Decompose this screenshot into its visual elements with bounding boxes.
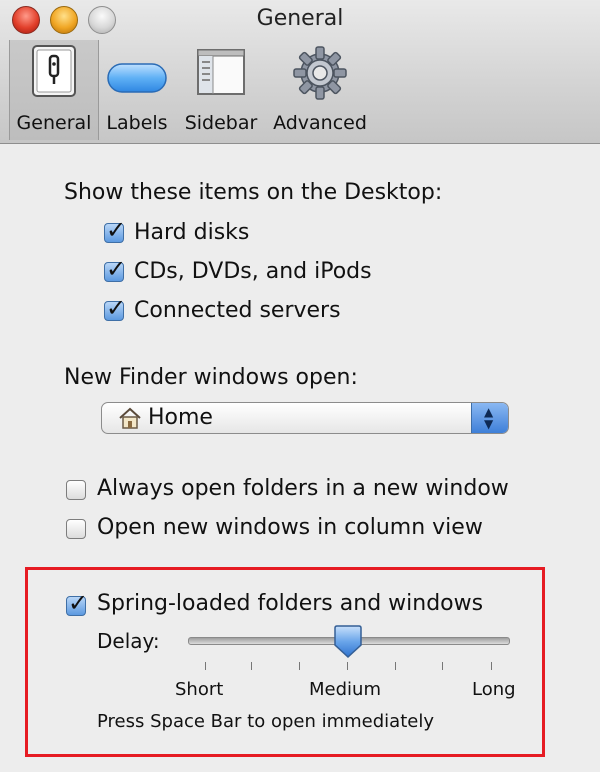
tab-sidebar[interactable]: Sidebar xyxy=(182,40,260,140)
general-pane: Show these items on the Desktop: ✓ Hard … xyxy=(0,144,600,772)
tab-labels-label: Labels xyxy=(106,112,168,134)
tab-advanced-label: Advanced xyxy=(273,112,367,134)
new-window-location-popup[interactable]: Home ▲ ▼ xyxy=(101,402,509,434)
titlebar-toolbar: General General Labels Sidebar Advanced xyxy=(0,0,600,144)
checkbox-spring-loaded[interactable]: ✓ xyxy=(66,589,88,617)
slider-tick xyxy=(347,662,348,670)
tab-general[interactable]: General xyxy=(9,40,99,140)
sidebar-icon xyxy=(197,49,245,95)
checkbox-connected-servers-label: Connected servers xyxy=(134,298,341,323)
new-finder-windows-heading: New Finder windows open: xyxy=(64,365,358,390)
window-title: General xyxy=(256,6,344,31)
checkbox-connected-servers[interactable]: ✓ xyxy=(104,294,126,322)
spring-loaded-hint: Press Space Bar to open immediately xyxy=(97,711,434,732)
tab-advanced[interactable]: Advanced xyxy=(270,40,370,140)
slider-label-medium: Medium xyxy=(309,679,381,700)
slider-tick xyxy=(491,662,492,670)
delay-label: Delay: xyxy=(97,629,160,653)
checkbox-column-view-label: Open new windows in column view xyxy=(97,515,483,540)
slider-tick xyxy=(299,662,300,670)
popup-arrows-icon: ▲ ▼ xyxy=(471,403,508,433)
tab-labels[interactable]: Labels xyxy=(101,40,173,140)
tab-general-label: General xyxy=(16,112,92,134)
finder-preferences-window: General General Labels Sidebar Advanced … xyxy=(0,0,600,772)
labels-icon xyxy=(107,63,167,93)
popup-selected-value: Home xyxy=(148,405,213,430)
checkbox-always-open-new-window-label: Always open folders in a new window xyxy=(97,476,509,501)
slider-label-short: Short xyxy=(175,679,224,700)
slider-tick xyxy=(251,662,252,670)
checkbox-spring-loaded-label: Spring-loaded folders and windows xyxy=(97,591,484,616)
checkbox-hard-disks[interactable]: ✓ xyxy=(104,216,126,244)
desktop-items-heading: Show these items on the Desktop: xyxy=(64,180,443,205)
checkbox-cds-dvds-ipods-label: CDs, DVDs, and iPods xyxy=(134,259,372,284)
gear-icon xyxy=(293,46,347,100)
slider-label-long: Long xyxy=(472,679,516,700)
tab-sidebar-label: Sidebar xyxy=(184,112,258,134)
delay-slider-thumb[interactable] xyxy=(332,625,364,659)
checkbox-cds-dvds-ipods[interactable]: ✓ xyxy=(104,255,126,283)
general-prefs-icon xyxy=(32,45,76,97)
checkbox-hard-disks-label: Hard disks xyxy=(134,220,250,245)
checkbox-column-view[interactable] xyxy=(66,519,86,539)
checkbox-always-open-new-window[interactable] xyxy=(66,480,86,500)
slider-tick xyxy=(395,662,396,670)
slider-tick xyxy=(205,662,206,670)
home-icon xyxy=(119,407,141,429)
slider-tick xyxy=(442,662,443,670)
